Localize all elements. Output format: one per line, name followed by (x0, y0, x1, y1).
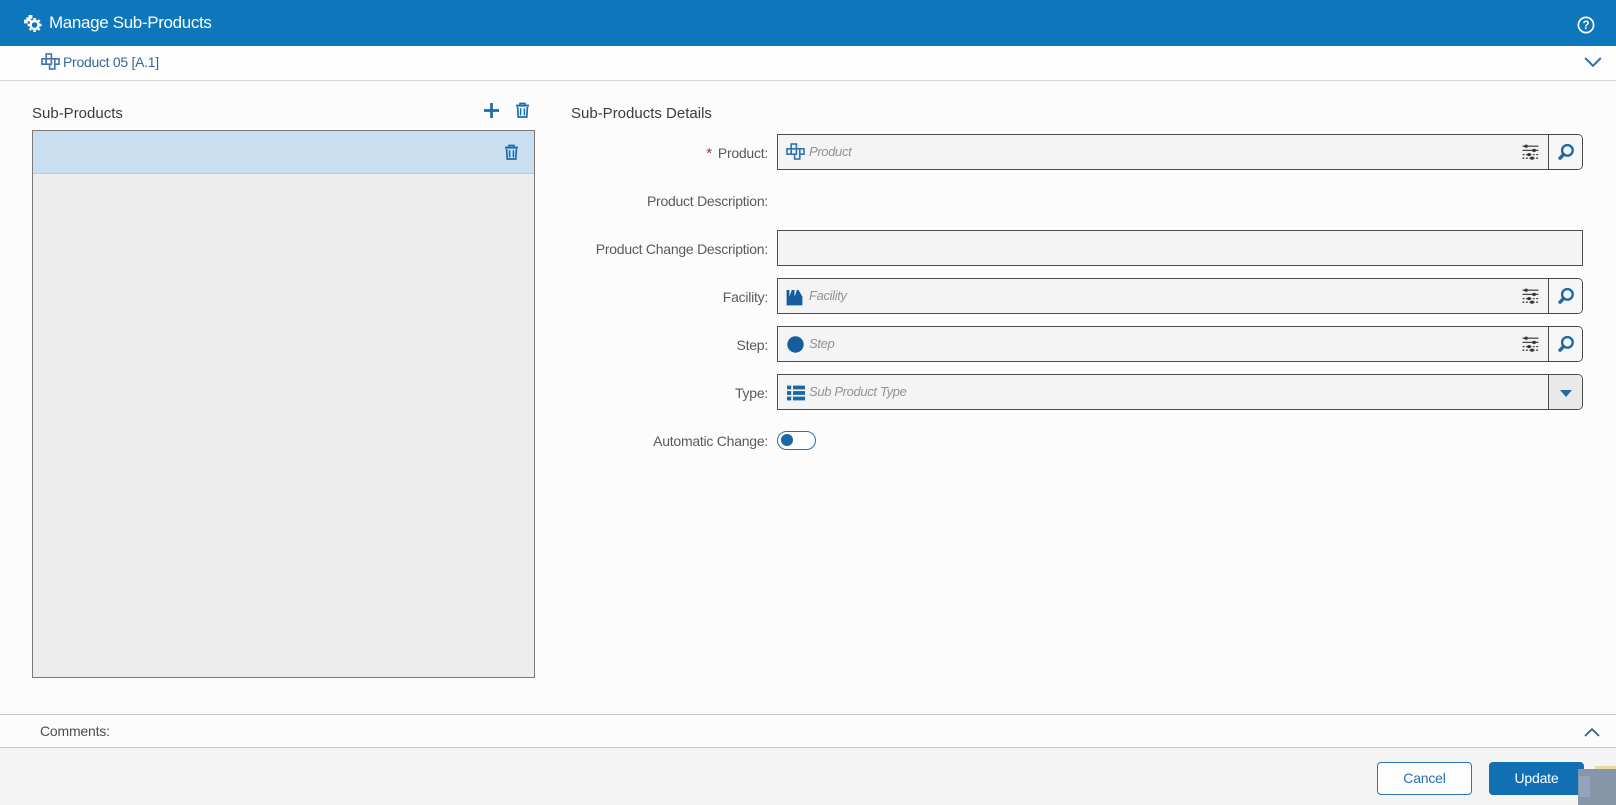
svg-text:?: ? (1582, 20, 1589, 32)
